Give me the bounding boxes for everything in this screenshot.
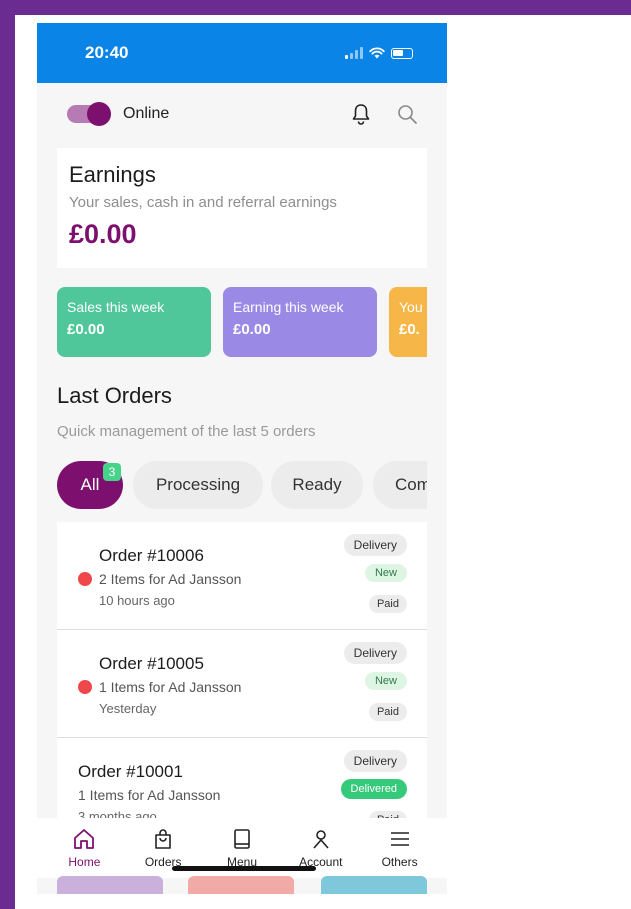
wifi-icon xyxy=(369,47,385,59)
stat-card-you[interactable]: You £0. xyxy=(389,287,427,357)
filter-count-badge: 3 xyxy=(103,463,121,481)
order-status-badge: New xyxy=(364,564,407,582)
filter-label: Ready xyxy=(292,475,342,494)
order-filters: All 3 Processing Ready Com xyxy=(57,461,427,509)
order-time: Yesterday xyxy=(99,701,157,716)
stat-label: You xyxy=(399,299,423,315)
stat-value: £0. xyxy=(399,321,420,338)
last-orders-title: Last Orders xyxy=(57,383,172,408)
order-row[interactable]: Order #10006 2 Items for Ad Jansson 10 h… xyxy=(57,522,427,630)
order-status-badge: Delivered xyxy=(340,779,407,799)
unread-dot xyxy=(78,680,92,694)
order-status-badge: New xyxy=(364,672,407,690)
unread-dot xyxy=(78,572,92,586)
hamburger-icon xyxy=(390,832,409,846)
stat-value: £0.00 xyxy=(67,321,105,338)
stat-cards: Sales this week £0.00 Earning this week … xyxy=(57,287,427,359)
stat-card-sales[interactable]: Sales this week £0.00 xyxy=(57,287,211,357)
order-time: 10 hours ago xyxy=(99,593,175,608)
stat-label: Sales this week xyxy=(67,299,165,315)
tab-others[interactable]: Others xyxy=(364,818,436,878)
bag-icon xyxy=(155,829,171,849)
filter-ready[interactable]: Ready xyxy=(271,461,363,509)
online-toggle[interactable] xyxy=(67,102,111,126)
order-title: Order #10005 xyxy=(99,654,204,673)
orders-list: Order #10006 2 Items for Ad Jansson 10 h… xyxy=(57,522,427,846)
top-bar: Online xyxy=(37,83,447,145)
tab-home[interactable]: Home xyxy=(48,818,120,878)
order-items: 1 Items for Ad Jansson xyxy=(99,679,242,695)
payment-badge: Paid xyxy=(368,595,407,613)
earnings-amount: £0.00 xyxy=(69,219,137,249)
phone-screen: 20:40 Online Earnings Your sales, cash i… xyxy=(37,23,447,894)
signal-icon xyxy=(345,47,363,59)
battery-icon xyxy=(391,47,413,59)
top-icons xyxy=(351,103,417,125)
online-label: Online xyxy=(123,105,170,122)
book-icon xyxy=(234,829,250,849)
peek-block xyxy=(57,876,163,894)
order-type-badge: Delivery xyxy=(343,750,407,772)
home-icon xyxy=(74,829,95,849)
order-items: 1 Items for Ad Jansson xyxy=(78,787,221,803)
search-icon[interactable] xyxy=(397,104,417,124)
earnings-card: Earnings Your sales, cash in and referra… xyxy=(57,148,427,268)
filter-completed[interactable]: Com xyxy=(373,461,427,509)
stat-label: Earning this week xyxy=(233,299,344,315)
last-orders-subtitle: Quick management of the last 5 orders xyxy=(57,423,316,440)
bell-icon[interactable] xyxy=(351,103,371,125)
filter-label: All xyxy=(80,475,100,494)
order-title: Order #10006 xyxy=(99,546,204,565)
user-icon xyxy=(313,830,329,849)
filter-all[interactable]: All 3 xyxy=(57,461,123,509)
payment-badge: Paid xyxy=(368,703,407,721)
status-bar: 20:40 xyxy=(37,23,447,83)
stat-value: £0.00 xyxy=(233,321,271,338)
home-indicator xyxy=(172,866,316,871)
order-type-badge: Delivery xyxy=(343,534,407,556)
order-items: 2 Items for Ad Jansson xyxy=(99,571,242,587)
order-type-badge: Delivery xyxy=(343,642,407,664)
order-row[interactable]: Order #10005 1 Items for Ad Jansson Yest… xyxy=(57,630,427,738)
status-time: 20:40 xyxy=(85,43,129,62)
earnings-title: Earnings xyxy=(69,162,156,187)
peek-block xyxy=(321,876,427,894)
tab-label: Others xyxy=(381,855,418,869)
earnings-subtitle: Your sales, cash in and referral earning… xyxy=(69,194,337,211)
status-icons xyxy=(345,47,413,59)
tab-label: Home xyxy=(68,855,101,869)
stat-card-earning[interactable]: Earning this week £0.00 xyxy=(223,287,377,357)
peek-block xyxy=(188,876,294,894)
filter-label: Com xyxy=(395,475,427,494)
filter-label: Processing xyxy=(155,475,241,494)
filter-processing[interactable]: Processing xyxy=(133,461,263,509)
toggle-knob xyxy=(87,102,111,126)
order-title: Order #10001 xyxy=(78,762,183,781)
